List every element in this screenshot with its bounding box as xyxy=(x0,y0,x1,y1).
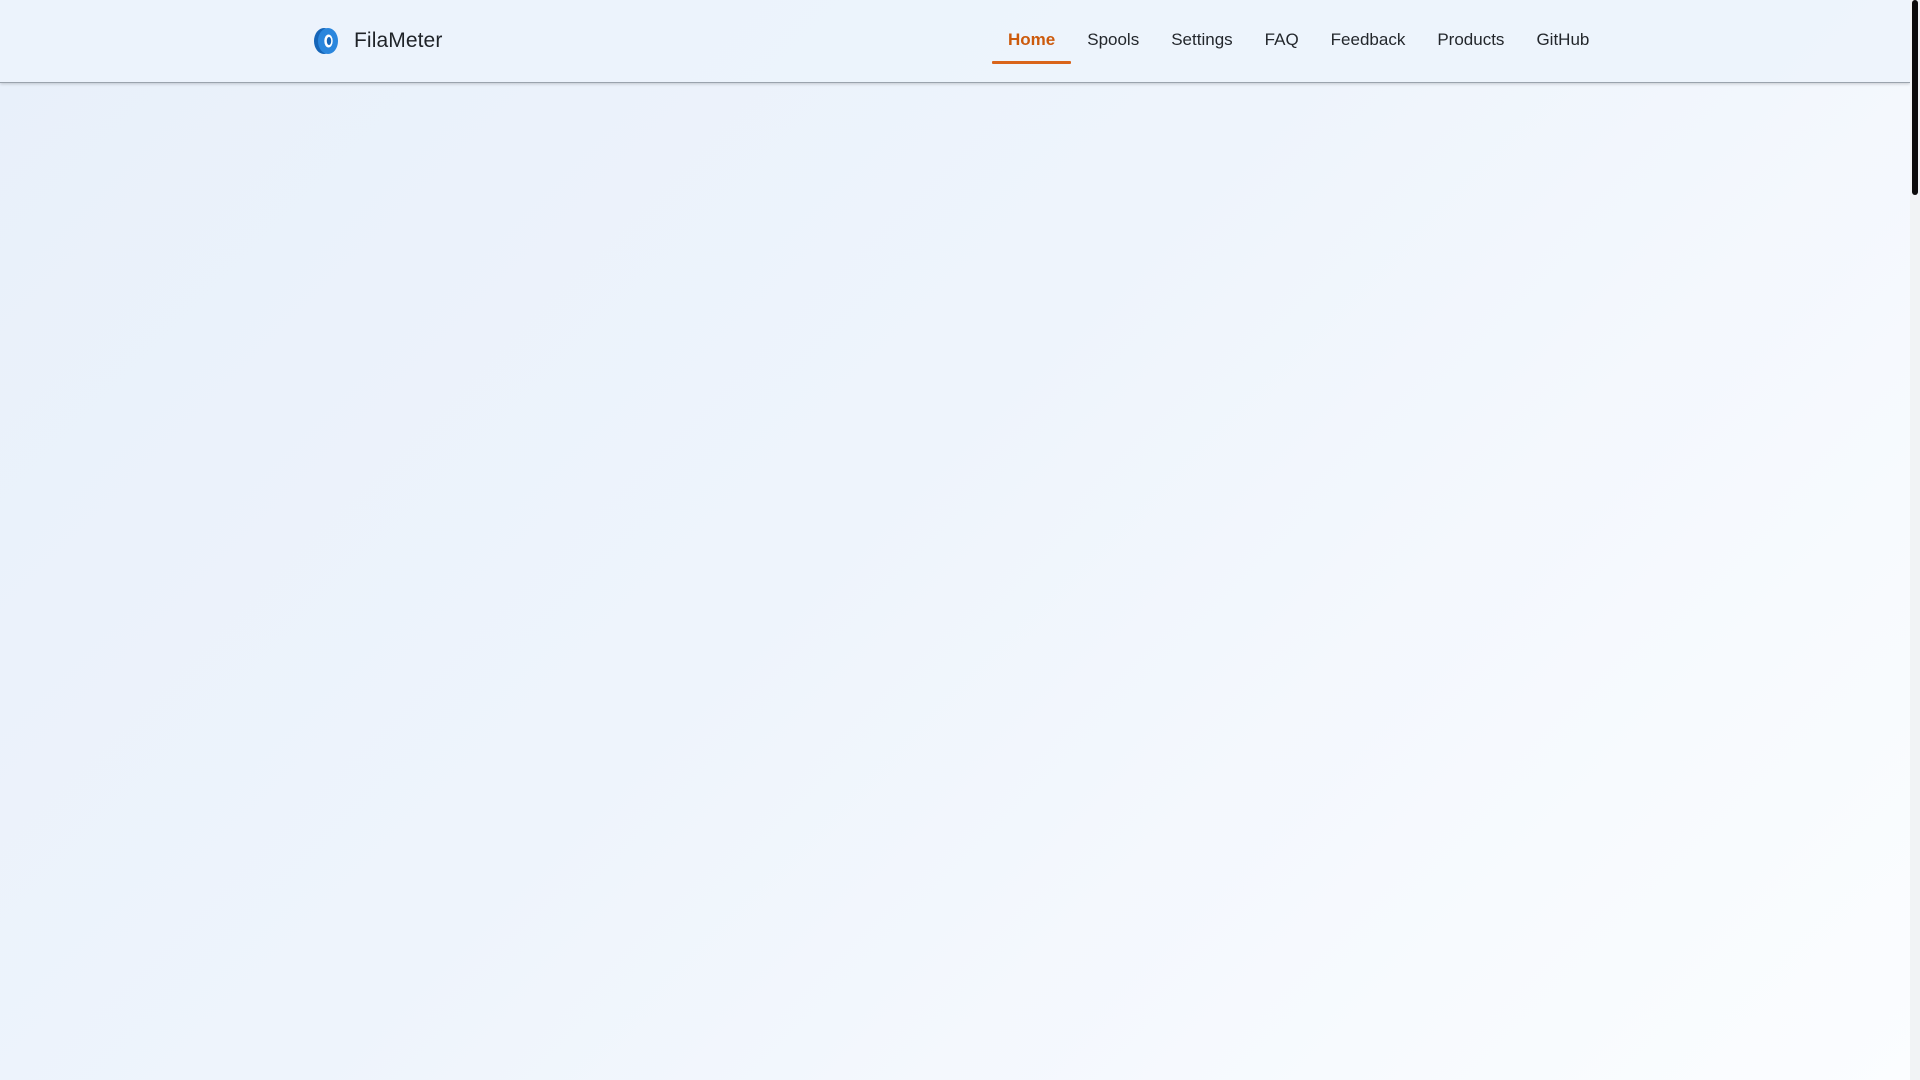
nav-item-github[interactable]: GitHub xyxy=(1520,22,1605,64)
scrollbar-thumb[interactable] xyxy=(1912,0,1918,195)
top-navigation-bar: FilaMeter Home Spools Settings FAQ Feedb… xyxy=(0,0,1910,83)
nav-item-spools[interactable]: Spools xyxy=(1071,22,1155,64)
brand-home-link[interactable]: FilaMeter xyxy=(312,24,442,58)
brand-name: FilaMeter xyxy=(354,29,443,52)
nav-item-settings[interactable]: Settings xyxy=(1155,22,1248,64)
page-scrollbar[interactable] xyxy=(1910,0,1920,1080)
nav-item-faq[interactable]: FAQ xyxy=(1249,22,1315,64)
page-viewport: FilaMeter Home Spools Settings FAQ Feedb… xyxy=(0,0,1910,1080)
nav-item-products[interactable]: Products xyxy=(1421,22,1520,64)
filament-spool-icon xyxy=(312,26,342,56)
main-nav: Home Spools Settings FAQ Feedback Produc… xyxy=(992,22,1605,66)
nav-item-feedback[interactable]: Feedback xyxy=(1315,22,1422,64)
nav-item-home[interactable]: Home xyxy=(992,22,1072,64)
